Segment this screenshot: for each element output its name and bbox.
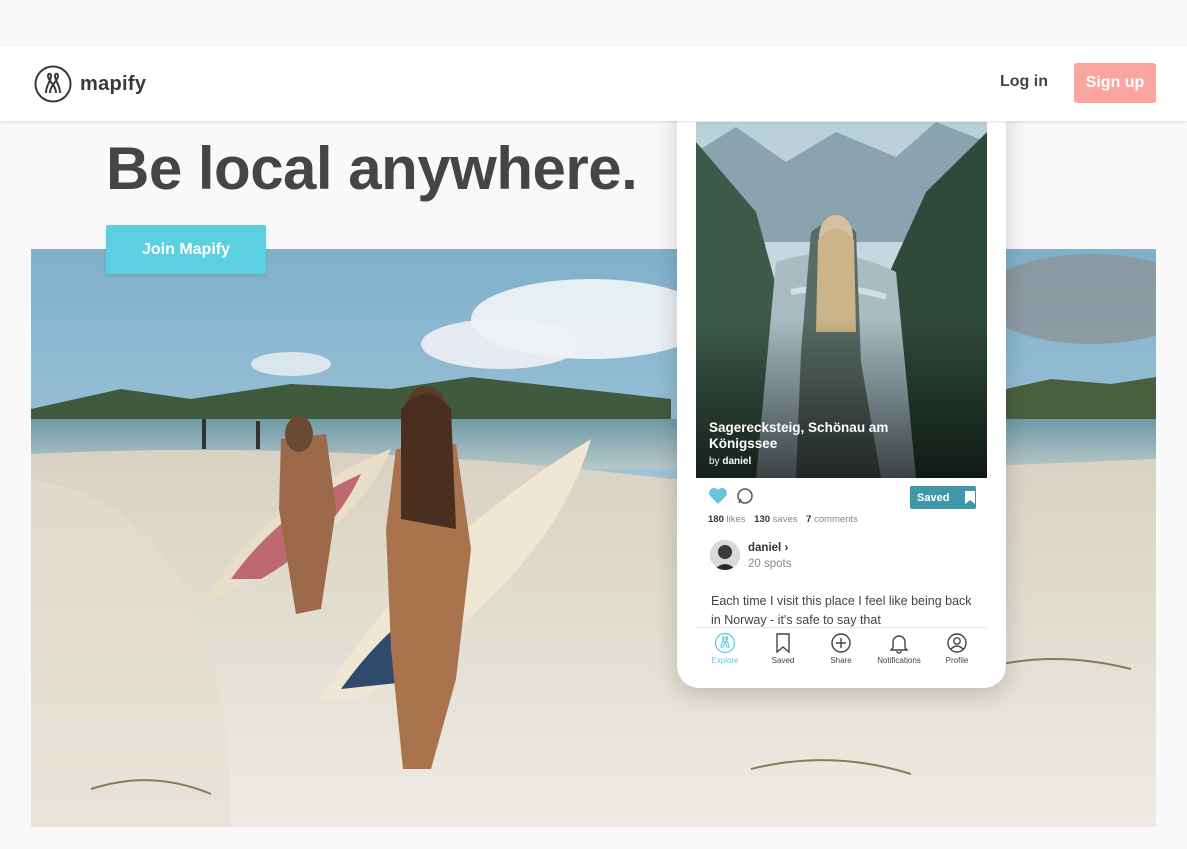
top-navbar: mapify Log in Sign up bbox=[0, 46, 1187, 121]
spot-actions: Saved bbox=[708, 486, 976, 510]
tab-notifications[interactable]: Notifications bbox=[870, 632, 928, 665]
comments-count[interactable]: 7 bbox=[806, 514, 811, 525]
tab-profile[interactable]: Profile bbox=[928, 632, 986, 665]
comments-label[interactable]: comments bbox=[814, 514, 858, 525]
comment-icon[interactable] bbox=[736, 487, 754, 505]
brand-logo[interactable]: mapify bbox=[34, 65, 146, 103]
bookmark-icon bbox=[776, 633, 790, 654]
brand-name: mapify bbox=[80, 72, 147, 95]
mapify-logo-icon bbox=[34, 65, 72, 103]
signup-button[interactable]: Sign up bbox=[1074, 63, 1156, 103]
saved-button[interactable]: Saved bbox=[910, 486, 976, 509]
tab-explore[interactable]: Explore bbox=[696, 632, 754, 665]
spot-title: Sagerecksteig, Schönau am Königssee bbox=[709, 420, 889, 451]
bookmark-filled-icon bbox=[965, 491, 976, 504]
tab-label: Notifications bbox=[877, 656, 921, 665]
likes-label: likes bbox=[726, 514, 746, 525]
plus-circle-icon bbox=[831, 633, 851, 653]
tab-label: Saved bbox=[771, 656, 795, 665]
bell-icon bbox=[889, 635, 909, 654]
login-link[interactable]: Log in bbox=[1000, 73, 1048, 91]
phone-mockup: Sagerecksteig, Schönau am Königssee by d… bbox=[677, 86, 1006, 688]
join-mapify-button[interactable]: Join Mapify bbox=[106, 225, 266, 274]
author-row[interactable]: daniel › 20 spots bbox=[710, 540, 970, 574]
bottom-tabbar: Explore Saved Share Notifications Profil… bbox=[696, 627, 987, 672]
tab-label: Share bbox=[830, 656, 852, 665]
spot-stats: 180 likes 130 saves 7 comments bbox=[708, 514, 858, 525]
byline-author[interactable]: daniel bbox=[722, 456, 751, 467]
byline-prefix: by bbox=[709, 456, 720, 467]
spot-description: Each time I visit this place I feel like… bbox=[711, 594, 972, 627]
hero-headline: Be local anywhere. bbox=[106, 135, 638, 202]
author-spots: 20 spots bbox=[748, 558, 792, 570]
tab-label: Explore bbox=[711, 656, 739, 665]
phone-screen: Sagerecksteig, Schönau am Königssee by d… bbox=[696, 122, 987, 754]
tab-share[interactable]: Share bbox=[812, 632, 870, 665]
heart-icon[interactable] bbox=[708, 487, 728, 505]
user-circle-icon bbox=[947, 633, 967, 653]
spot-photo[interactable]: Sagerecksteig, Schönau am Königssee by d… bbox=[696, 122, 987, 478]
likes-count: 180 bbox=[708, 514, 724, 525]
saved-label: Saved bbox=[917, 491, 950, 504]
saves-label: saves bbox=[772, 514, 798, 525]
spot-byline: by daniel bbox=[709, 456, 751, 467]
avatar[interactable] bbox=[710, 540, 740, 570]
saves-count: 130 bbox=[754, 514, 771, 525]
tab-saved[interactable]: Saved bbox=[754, 632, 812, 665]
mapify-logo-icon bbox=[714, 632, 736, 654]
tab-label: Profile bbox=[945, 656, 969, 665]
chevron-right-icon: › bbox=[784, 542, 789, 554]
author-name[interactable]: daniel › bbox=[748, 542, 788, 554]
author-name-text: daniel bbox=[748, 542, 782, 554]
